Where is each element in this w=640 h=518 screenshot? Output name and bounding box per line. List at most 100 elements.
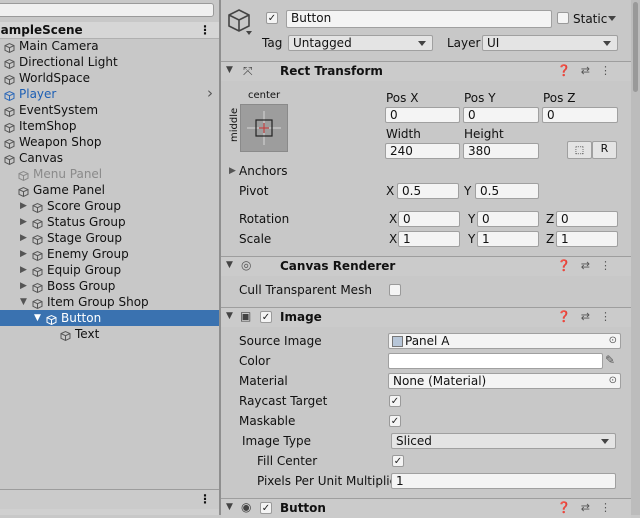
pos-x-field[interactable]: 0 (385, 107, 460, 123)
canvas-renderer-header[interactable]: ▼ ◎ Canvas Renderer ❓⇄⋮ (221, 256, 631, 276)
hierarchy-item[interactable]: ▶ Status Group (0, 214, 219, 230)
tag-dropdown[interactable]: Untagged (288, 35, 433, 51)
foldout-expanded-icon[interactable]: ▼ (34, 310, 41, 326)
anchors-foldout-icon[interactable]: ▶ (229, 166, 236, 176)
foldout-collapsed-icon[interactable]: ▶ (20, 262, 27, 278)
pos-z-field[interactable]: 0 (542, 107, 618, 123)
static-checkbox[interactable] (557, 12, 569, 24)
presets-icon[interactable]: ⇄ (581, 259, 600, 272)
inspector-scrollbar[interactable] (631, 0, 640, 515)
blueprint-mode-button[interactable]: ⬚ (567, 141, 592, 159)
hierarchy-item[interactable]: ▶ Score Group (0, 198, 219, 214)
foldout-collapsed-icon[interactable]: ▶ (20, 246, 27, 262)
eyedropper-icon[interactable]: ✎ (605, 353, 615, 367)
rot-x-field[interactable]: 0 (398, 211, 460, 227)
maskable-checkbox[interactable]: ✓ (389, 415, 401, 427)
foldout-collapsed-icon[interactable]: ▶ (20, 214, 27, 230)
object-picker-icon[interactable]: ⊙ (609, 334, 617, 348)
active-checkbox[interactable]: ✓ (266, 12, 278, 24)
cull-transparent-mesh-checkbox[interactable] (389, 284, 401, 296)
static-dropdown-caret[interactable] (608, 16, 616, 21)
hierarchy-search-input[interactable] (0, 3, 214, 17)
hierarchy-item[interactable]: Canvas (0, 150, 219, 166)
foldout-collapsed-icon[interactable]: ▶ (20, 198, 27, 214)
presets-icon[interactable]: ⇄ (581, 501, 600, 514)
anchors-label[interactable]: Anchors (239, 164, 288, 178)
component-menu-icon[interactable]: ⋮ (600, 259, 621, 272)
hierarchy-item[interactable]: ItemShop (0, 118, 219, 134)
ppu-multiplier-field[interactable]: 1 (391, 473, 616, 489)
hierarchy-item[interactable]: ▶ Boss Group (0, 278, 219, 294)
fill-center-checkbox[interactable]: ✓ (392, 455, 404, 467)
material-field[interactable]: None (Material) ⊙ (388, 373, 621, 389)
prefab-open-chevron-icon[interactable]: › (207, 85, 213, 101)
scrollbar-thumb[interactable] (633, 2, 638, 92)
scale-x-field[interactable]: 1 (398, 231, 460, 247)
foldout-collapsed-icon[interactable]: ▶ (20, 278, 27, 294)
help-icon[interactable]: ❓ (557, 64, 581, 77)
foldout-arrow-icon[interactable]: ▼ (226, 311, 233, 321)
scale-y-field[interactable]: 1 (477, 231, 539, 247)
presets-icon[interactable]: ⇄ (581, 310, 600, 323)
hierarchy-item[interactable]: ▶ Enemy Group (0, 246, 219, 262)
rect-transform-header[interactable]: ▼ ⤧ Rect Transform ❓⇄⋮ (221, 61, 631, 81)
component-header-icons[interactable]: ❓⇄⋮ (557, 310, 621, 323)
bottom-menu-icon[interactable]: ⋮ (199, 492, 211, 506)
hierarchy-item[interactable]: Directional Light (0, 54, 219, 70)
button-enabled-checkbox[interactable]: ✓ (260, 502, 272, 514)
pos-y-field[interactable]: 0 (463, 107, 539, 123)
hierarchy-item[interactable]: ▶ Stage Group (0, 230, 219, 246)
foldout-arrow-icon[interactable]: ▼ (226, 260, 233, 270)
button-component-header[interactable]: ▼ ◉ ✓ Button ❓⇄⋮ (221, 498, 631, 518)
scene-header[interactable]: SampleScene ⋮ (0, 22, 219, 39)
pivot-x-field[interactable]: 0.5 (397, 183, 459, 199)
source-image-field[interactable]: Panel A ⊙ (388, 333, 621, 349)
object-name-field[interactable]: Button (286, 10, 552, 28)
component-header-icons[interactable]: ❓⇄⋮ (557, 64, 621, 77)
foldout-expanded-icon[interactable]: ▼ (20, 294, 27, 310)
rot-z-field[interactable]: 0 (556, 211, 618, 227)
hierarchy-item[interactable]: Menu Panel (0, 166, 219, 182)
layer-dropdown[interactable]: UI (482, 35, 618, 51)
help-icon[interactable]: ❓ (557, 310, 581, 323)
color-field[interactable] (388, 353, 603, 369)
component-menu-icon[interactable]: ⋮ (600, 64, 621, 77)
scale-z-field[interactable]: 1 (556, 231, 618, 247)
foldout-collapsed-icon[interactable]: ▶ (20, 230, 27, 246)
hierarchy-item[interactable]: ▶ Equip Group (0, 262, 219, 278)
width-field[interactable]: 240 (385, 143, 460, 159)
component-menu-icon[interactable]: ⋮ (600, 310, 621, 323)
hierarchy-item[interactable]: Text (0, 326, 219, 342)
raw-edit-button[interactable]: R (592, 141, 617, 159)
pivot-y-field[interactable]: 0.5 (475, 183, 539, 199)
hierarchy-item[interactable]: Main Camera (0, 38, 219, 54)
hierarchy-item[interactable]: ▼ Button (0, 310, 219, 326)
hierarchy-item[interactable]: WorldSpace (0, 70, 219, 86)
help-icon[interactable]: ❓ (557, 501, 581, 514)
object-picker-icon[interactable]: ⊙ (609, 374, 617, 388)
image-header[interactable]: ▼ ▣ ✓ Image ❓⇄⋮ (221, 307, 631, 327)
raycast-target-checkbox[interactable]: ✓ (389, 395, 401, 407)
anchor-preset-button[interactable] (240, 104, 288, 152)
component-header-icons[interactable]: ❓⇄⋮ (557, 501, 621, 514)
rot-y-field[interactable]: 0 (477, 211, 539, 227)
presets-icon[interactable]: ⇄ (581, 64, 600, 77)
gameobject-cube-icon (4, 121, 15, 133)
component-menu-icon[interactable]: ⋮ (600, 501, 621, 514)
gameobject-cube-icon (32, 265, 43, 277)
help-icon[interactable]: ❓ (557, 259, 581, 272)
image-enabled-checkbox[interactable]: ✓ (260, 311, 272, 323)
foldout-arrow-icon[interactable]: ▼ (226, 65, 233, 75)
hierarchy-item[interactable]: EventSystem (0, 102, 219, 118)
scene-menu-icon[interactable]: ⋮ (199, 22, 211, 38)
foldout-arrow-icon[interactable]: ▼ (226, 502, 233, 512)
image-type-dropdown[interactable]: Sliced (391, 433, 616, 449)
height-field[interactable]: 380 (463, 143, 539, 159)
hierarchy-item[interactable]: Game Panel (0, 182, 219, 198)
component-header-icons[interactable]: ❓⇄⋮ (557, 259, 621, 272)
icon-dropdown-caret[interactable] (246, 31, 252, 35)
hierarchy-item[interactable]: ▼ Item Group Shop (0, 294, 219, 310)
hierarchy-item[interactable]: Player › (0, 85, 219, 102)
layer-value: UI (487, 36, 500, 50)
hierarchy-item[interactable]: Weapon Shop (0, 134, 219, 150)
